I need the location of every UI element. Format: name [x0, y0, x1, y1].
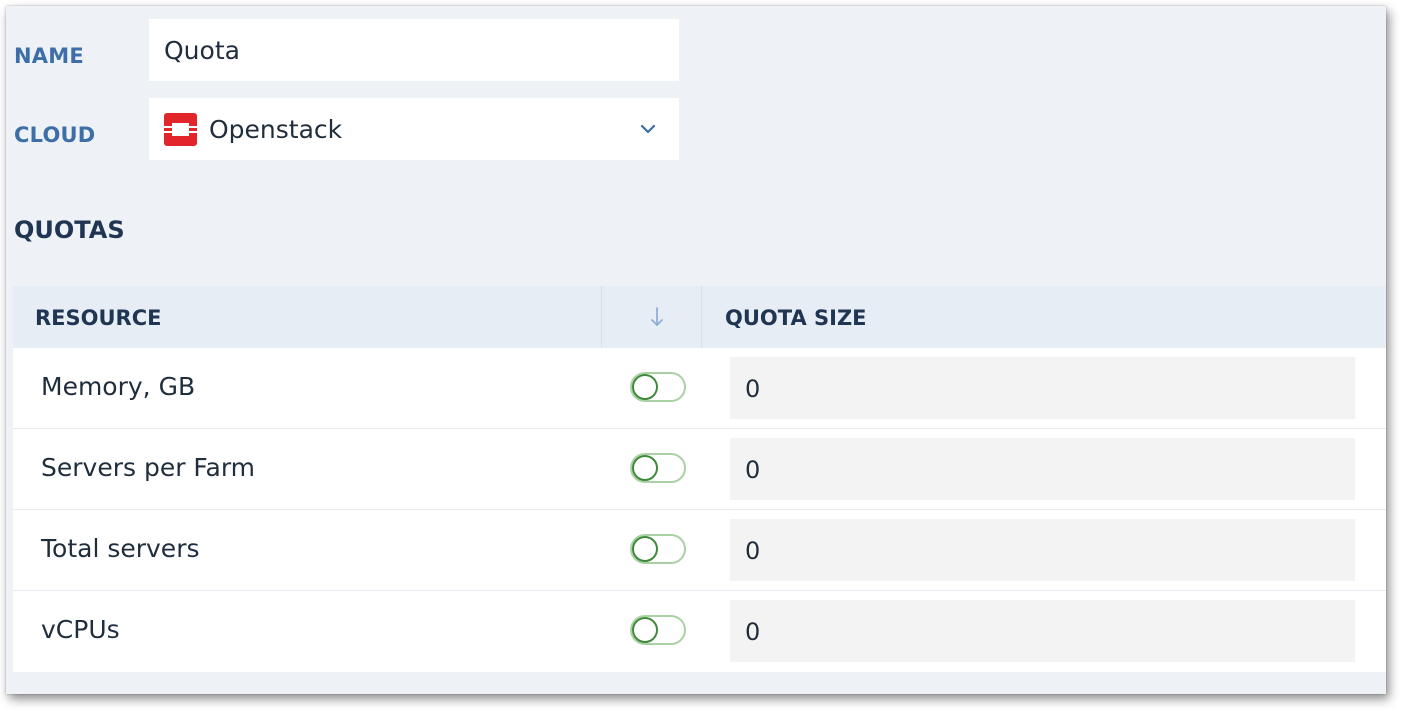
cloud-select[interactable]: Openstack	[149, 98, 679, 160]
toggle-knob	[632, 455, 658, 481]
quota-form-panel: NAME Quota CLOUD Openstack QUOTAS RESOUR…	[6, 6, 1386, 694]
quotas-table: RESOURCE QUOTA SIZE Memory, GB 0 Servers…	[13, 286, 1386, 672]
table-row: Memory, GB 0	[13, 348, 1386, 429]
quota-size-input[interactable]: 0	[730, 600, 1355, 662]
column-header-quota-size[interactable]: QUOTA SIZE	[725, 286, 867, 348]
resource-name: Servers per Farm	[41, 453, 256, 482]
quota-size-input[interactable]: 0	[730, 438, 1355, 500]
table-row: Servers per Farm 0	[13, 429, 1386, 510]
column-divider	[601, 286, 602, 348]
table-row: Total servers 0	[13, 510, 1386, 591]
arrow-down-icon[interactable]	[649, 306, 665, 328]
quotas-section-title: QUOTAS	[14, 216, 125, 244]
toggle-knob	[632, 617, 658, 643]
name-label: NAME	[14, 44, 84, 68]
quotas-table-body: Memory, GB 0 Servers per Farm 0 Total se…	[13, 348, 1386, 672]
name-input-value: Quota	[164, 35, 240, 65]
column-header-resource[interactable]: RESOURCE	[35, 286, 161, 348]
quota-size-input[interactable]: 0	[730, 519, 1355, 581]
chevron-down-icon[interactable]	[639, 120, 657, 138]
resource-name: Total servers	[41, 534, 200, 563]
toggle-knob	[632, 536, 658, 562]
table-row: vCPUs 0	[13, 591, 1386, 672]
column-divider	[701, 286, 702, 348]
quota-toggle[interactable]	[630, 372, 686, 402]
cloud-label: CLOUD	[14, 123, 96, 147]
resource-name: Memory, GB	[41, 372, 196, 401]
cloud-select-value: Openstack	[209, 114, 343, 144]
name-input[interactable]: Quota	[149, 19, 679, 81]
quota-size-input[interactable]: 0	[730, 357, 1355, 419]
openstack-logo-icon	[164, 112, 197, 146]
resource-name: vCPUs	[41, 615, 120, 644]
toggle-knob	[632, 374, 658, 400]
quotas-table-header: RESOURCE QUOTA SIZE	[13, 286, 1386, 348]
quota-toggle[interactable]	[630, 453, 686, 483]
quota-toggle[interactable]	[630, 615, 686, 645]
quota-toggle[interactable]	[630, 534, 686, 564]
